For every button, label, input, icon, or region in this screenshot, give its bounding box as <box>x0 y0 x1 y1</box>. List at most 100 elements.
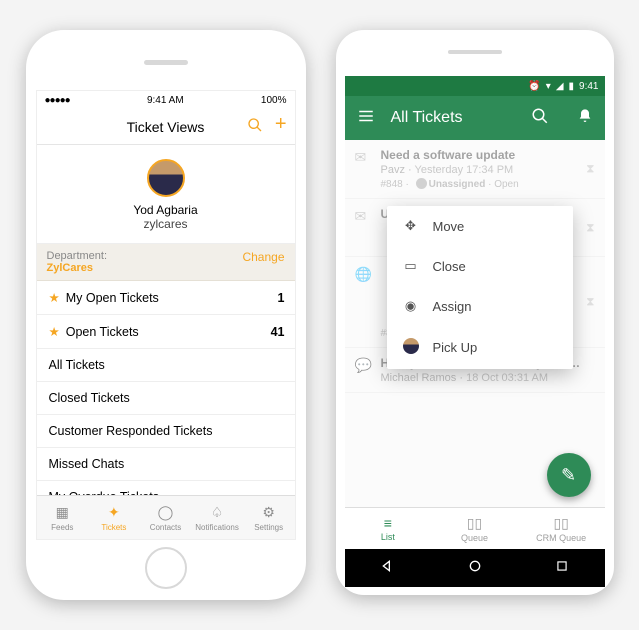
ticket-author: Pavz <box>381 164 405 176</box>
list-icon: ≡ <box>384 515 392 531</box>
fab-new-ticket[interactable]: ✎ <box>547 453 591 497</box>
ticket-date: 18 Oct 03:31 AM <box>466 372 548 384</box>
department-label: Department: <box>47 250 108 262</box>
ticket-state: Open <box>494 179 518 190</box>
contacts-icon: ◯ <box>158 504 174 521</box>
mail-icon: ✉ <box>355 149 367 166</box>
alarm-icon: ⏰ <box>528 81 540 92</box>
view-label: Open Tickets <box>66 325 139 339</box>
mail-icon: ✉ <box>355 208 367 225</box>
ticket-plus-icon: ✎ <box>561 465 576 486</box>
profile-name: Yod Agbaria <box>133 203 197 217</box>
view-row[interactable]: ★ Open Tickets 41 <box>37 315 295 349</box>
bell-icon: ♤ <box>211 504 224 521</box>
status-time: 9:41 <box>579 81 598 92</box>
view-label: Missed Chats <box>49 457 125 471</box>
gear-icon: ⚙ <box>262 504 275 521</box>
battery-icon: ▮ <box>569 81 575 92</box>
ticket-id: #848 <box>381 179 403 190</box>
tickets-icon: ✦ <box>108 504 120 521</box>
ios-status-bar: ●●●●● 9:41 AM 100% <box>37 91 295 109</box>
tab-label: CRM Queue <box>536 533 586 543</box>
tab-label: Contacts <box>150 523 182 532</box>
tab-label: Feeds <box>51 523 73 532</box>
tab-label: Settings <box>254 523 283 532</box>
action-label: Close <box>433 259 466 274</box>
view-row[interactable]: ★My Open Tickets 1 <box>37 281 295 315</box>
bell-icon[interactable] <box>577 108 593 129</box>
view-label: Closed Tickets <box>49 391 130 405</box>
status-battery: 100% <box>261 95 287 106</box>
pickup-icon <box>403 338 419 357</box>
android-screen: ⏰ ▾ ◢ ▮ 9:41 All Tickets ✉ Need a softwa… <box>345 76 605 587</box>
assignee-avatar-icon <box>416 178 427 189</box>
feeds-icon: ▦ <box>56 504 69 521</box>
tab-label: Tickets <box>101 523 126 532</box>
tab-contacts[interactable]: ◯ Contacts <box>140 496 192 539</box>
department-value: ZylCares <box>47 262 93 274</box>
action-move[interactable]: ✥ Move <box>387 206 573 246</box>
star-icon: ★ <box>49 324 60 339</box>
action-label: Move <box>433 219 465 234</box>
view-label: My Open Tickets <box>66 291 159 305</box>
ticket-author: Michael Ramos <box>381 372 457 384</box>
move-icon: ✥ <box>403 218 419 234</box>
tab-label: List <box>381 532 395 542</box>
search-icon[interactable] <box>531 107 549 130</box>
hourglass-icon: ⧗ <box>586 220 594 235</box>
menu-icon[interactable] <box>357 107 375 130</box>
tab-label: Notifications <box>195 523 239 532</box>
tab-label: Queue <box>461 533 488 543</box>
action-close[interactable]: ▭ Close <box>387 246 573 286</box>
iphone-frame: ●●●●● 9:41 AM 100% Ticket Views + Yod Ag… <box>26 30 306 600</box>
tab-list[interactable]: ≡List <box>345 508 432 549</box>
hourglass-icon: ⧗ <box>586 162 594 177</box>
page-title: All Tickets <box>391 109 515 127</box>
view-count: 1 <box>278 291 285 305</box>
ios-tab-bar: ▦ Feeds ✦ Tickets ◯ Contacts ♤ Notifications… <box>37 495 295 539</box>
action-sheet: ✥ Move ▭ Close ◉ Assign Pick Up <box>387 206 573 369</box>
crm-queue-icon: ▯▯ <box>553 515 568 532</box>
queue-icon: ▯▯ <box>467 515 482 532</box>
iphone-home-button[interactable] <box>145 547 187 589</box>
profile-block[interactable]: Yod Agbaria zylcares <box>37 145 295 244</box>
android-header: All Tickets <box>345 96 605 140</box>
avatar <box>147 159 185 197</box>
status-time: 9:41 AM <box>147 95 184 106</box>
ticket-date: Yesterday 17:34 PM <box>415 164 514 176</box>
view-label: All Tickets <box>49 358 105 372</box>
tab-settings[interactable]: ⚙ Settings <box>243 496 295 539</box>
tab-notifications[interactable]: ♤ Notifications <box>191 496 243 539</box>
search-icon[interactable] <box>247 117 263 136</box>
android-speaker <box>448 50 502 54</box>
back-icon[interactable] <box>380 558 396 579</box>
hourglass-icon: ⧗ <box>586 295 594 310</box>
action-label: Assign <box>433 299 472 314</box>
ticket-row[interactable]: ✉ Need a software update Pavz · Yesterda… <box>345 140 605 199</box>
ios-header: Ticket Views + <box>37 109 295 145</box>
ticket-subject: Need a software update <box>381 148 593 162</box>
view-row[interactable]: Closed Tickets <box>37 382 295 415</box>
view-row[interactable]: Missed Chats <box>37 448 295 481</box>
view-label: Customer Responded Tickets <box>49 424 213 438</box>
action-assign[interactable]: ◉ Assign <box>387 286 573 326</box>
chat-icon: 💬 <box>355 357 372 374</box>
view-row[interactable]: Customer Responded Tickets <box>37 415 295 448</box>
tab-queue[interactable]: ▯▯Queue <box>431 508 518 549</box>
view-row[interactable]: All Tickets <box>37 349 295 382</box>
add-icon[interactable]: + <box>275 117 287 136</box>
view-count: 41 <box>271 325 285 339</box>
tab-tickets[interactable]: ✦ Tickets <box>88 496 140 539</box>
android-frame: ⏰ ▾ ◢ ▮ 9:41 All Tickets ✉ Need a softwa… <box>336 30 614 595</box>
tab-crm-queue[interactable]: ▯▯CRM Queue <box>518 508 605 549</box>
action-pickup[interactable]: Pick Up <box>387 326 573 369</box>
android-status-bar: ⏰ ▾ ◢ ▮ 9:41 <box>345 76 605 96</box>
recents-icon[interactable] <box>555 559 569 578</box>
android-nav-bar <box>345 549 605 587</box>
wifi-icon: ▾ <box>546 81 551 92</box>
assign-icon: ◉ <box>403 298 419 314</box>
change-department-link[interactable]: Change <box>242 250 284 274</box>
tab-feeds[interactable]: ▦ Feeds <box>37 496 89 539</box>
home-icon[interactable] <box>467 558 483 579</box>
ticket-list: ✉ Need a software update Pavz · Yesterda… <box>345 140 605 507</box>
